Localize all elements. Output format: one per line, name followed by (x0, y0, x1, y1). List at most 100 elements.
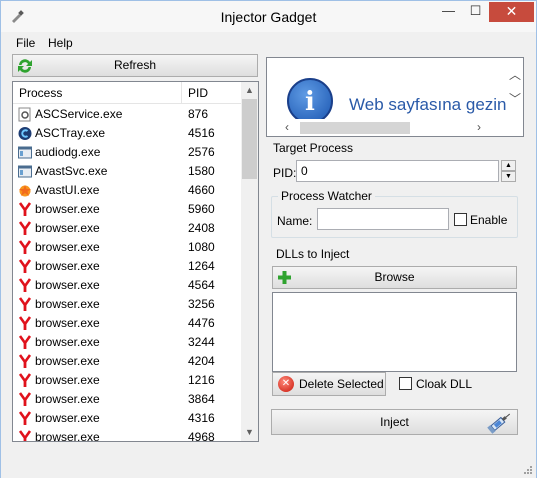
list-item[interactable]: ASCService.exe 876 (13, 105, 242, 124)
list-item[interactable]: browser.exe 3244 (13, 333, 242, 352)
resize-grip-icon[interactable] (523, 465, 533, 475)
enable-checkbox[interactable] (454, 213, 467, 226)
process-pid: 4564 (188, 278, 215, 292)
syringe-icon (487, 413, 511, 434)
list-item[interactable]: browser.exe 1080 (13, 238, 242, 257)
service-icon (18, 107, 32, 122)
pid-label: PID: (273, 166, 297, 180)
pid-decrement-icon[interactable]: ▼ (501, 171, 516, 182)
yandex-browser-icon (18, 221, 32, 236)
process-list[interactable]: Process PID ASCService.exe 876 ASCTray.exe… (12, 81, 259, 442)
yandex-browser-icon (18, 278, 32, 293)
process-name: browser.exe (35, 373, 100, 387)
process-name: AvastSvc.exe (35, 164, 108, 178)
list-item[interactable]: browser.exe 3256 (13, 295, 242, 314)
browser-vertical-scrollbar[interactable]: ︿ ﹀ (506, 58, 523, 120)
yandex-browser-icon (18, 430, 32, 441)
process-name: browser.exe (35, 316, 100, 330)
maximize-button[interactable]: ☐ (462, 2, 489, 22)
target-process-label: Target Process (270, 141, 357, 155)
refresh-icon (18, 59, 32, 73)
info-icon: i (287, 78, 333, 124)
chevron-left-icon[interactable]: ‹ (285, 120, 289, 134)
process-pid: 3864 (188, 392, 215, 406)
process-pid: 2576 (188, 145, 215, 159)
dll-list[interactable] (272, 292, 517, 372)
list-item[interactable]: browser.exe 3864 (13, 390, 242, 409)
scroll-down-arrow-icon[interactable]: ▼ (241, 424, 258, 441)
list-item[interactable]: ASCTray.exe 4516 (13, 124, 242, 143)
process-pid: 3244 (188, 335, 215, 349)
yandex-browser-icon (18, 297, 32, 312)
process-list-scrollbar[interactable]: ▲ ▼ (241, 82, 258, 441)
list-item[interactable]: browser.exe 4968 (13, 428, 242, 442)
process-name: browser.exe (35, 392, 100, 406)
process-name: browser.exe (35, 354, 100, 368)
list-item[interactable]: browser.exe 4564 (13, 276, 242, 295)
list-item[interactable]: browser.exe 4316 (13, 409, 242, 428)
browser-scroll-thumb[interactable] (300, 122, 410, 134)
process-name: browser.exe (35, 202, 100, 216)
status-bar (1, 448, 536, 478)
menu-bar: File Help (1, 33, 536, 53)
title-bar[interactable]: Injector Gadget — ☐ ✕ (1, 1, 536, 32)
browser-horizontal-scrollbar[interactable]: ‹ › (267, 119, 507, 136)
process-pid: 1080 (188, 240, 215, 254)
list-item[interactable]: browser.exe 4204 (13, 352, 242, 371)
menu-help[interactable]: Help (48, 36, 73, 50)
cloak-dll-checkbox[interactable] (399, 377, 412, 390)
window-app-icon (18, 164, 32, 179)
process-name: ASCService.exe (35, 107, 123, 121)
yandex-browser-icon (18, 392, 32, 407)
browse-button[interactable]: Browse (272, 266, 517, 289)
pid-input[interactable]: 0 (296, 160, 499, 182)
plus-icon (278, 271, 291, 284)
cloak-dll-label[interactable]: Cloak DLL (416, 377, 472, 391)
web-browser-preview[interactable]: i Web sayfasına gezin ︿ ﹀ ‹ › (266, 57, 524, 137)
process-pid: 4476 (188, 316, 215, 330)
delete-icon: ✕ (278, 376, 294, 392)
main-window: Injector Gadget — ☐ ✕ File Help Refresh … (0, 0, 537, 478)
delete-selected-label: Delete Selected (299, 377, 384, 391)
column-separator[interactable] (181, 82, 182, 104)
enable-label[interactable]: Enable (470, 213, 507, 227)
watcher-name-input[interactable] (317, 208, 449, 230)
close-button[interactable]: ✕ (489, 2, 534, 22)
refresh-button[interactable]: Refresh (12, 54, 258, 77)
column-header-pid[interactable]: PID (188, 86, 208, 100)
chevron-up-icon[interactable]: ︿ (509, 66, 521, 83)
menu-file[interactable]: File (16, 36, 35, 50)
asc-tray-icon (18, 126, 32, 141)
chevron-down-icon[interactable]: ﹀ (509, 90, 521, 107)
process-name: ASCTray.exe (35, 126, 106, 140)
inject-button[interactable]: Inject (271, 409, 518, 435)
yandex-browser-icon (18, 354, 32, 369)
scroll-up-arrow-icon[interactable]: ▲ (241, 82, 258, 99)
process-name: browser.exe (35, 297, 100, 311)
list-item[interactable]: browser.exe 4476 (13, 314, 242, 333)
list-item[interactable]: audiodg.exe 2576 (13, 143, 242, 162)
dlls-to-inject-label: DLLs to Inject (276, 247, 350, 261)
browse-label: Browse (374, 270, 415, 284)
list-item[interactable]: browser.exe 2408 (13, 219, 242, 238)
process-watcher-label: Process Watcher (278, 189, 375, 203)
minimize-button[interactable]: — (435, 2, 462, 22)
process-pid: 2408 (188, 221, 215, 235)
pid-increment-icon[interactable]: ▲ (501, 160, 516, 171)
list-item[interactable]: AvastSvc.exe 1580 (13, 162, 242, 181)
delete-selected-button[interactable]: ✕ Delete Selected (272, 372, 386, 396)
process-list-header: Process PID (13, 82, 242, 104)
avast-icon (18, 183, 32, 198)
list-item[interactable]: browser.exe 5960 (13, 200, 242, 219)
scroll-thumb[interactable] (242, 99, 257, 179)
chevron-right-icon[interactable]: › (477, 120, 481, 134)
list-item[interactable]: browser.exe 1264 (13, 257, 242, 276)
browser-message: Web sayfasına gezin (349, 95, 507, 114)
process-pid: 4968 (188, 430, 215, 442)
yandex-browser-icon (18, 240, 32, 255)
list-item[interactable]: browser.exe 1216 (13, 371, 242, 390)
list-item[interactable]: AvastUI.exe 4660 (13, 181, 242, 200)
inject-label: Inject (380, 415, 409, 429)
column-header-process[interactable]: Process (19, 86, 62, 100)
name-label: Name: (277, 214, 313, 228)
